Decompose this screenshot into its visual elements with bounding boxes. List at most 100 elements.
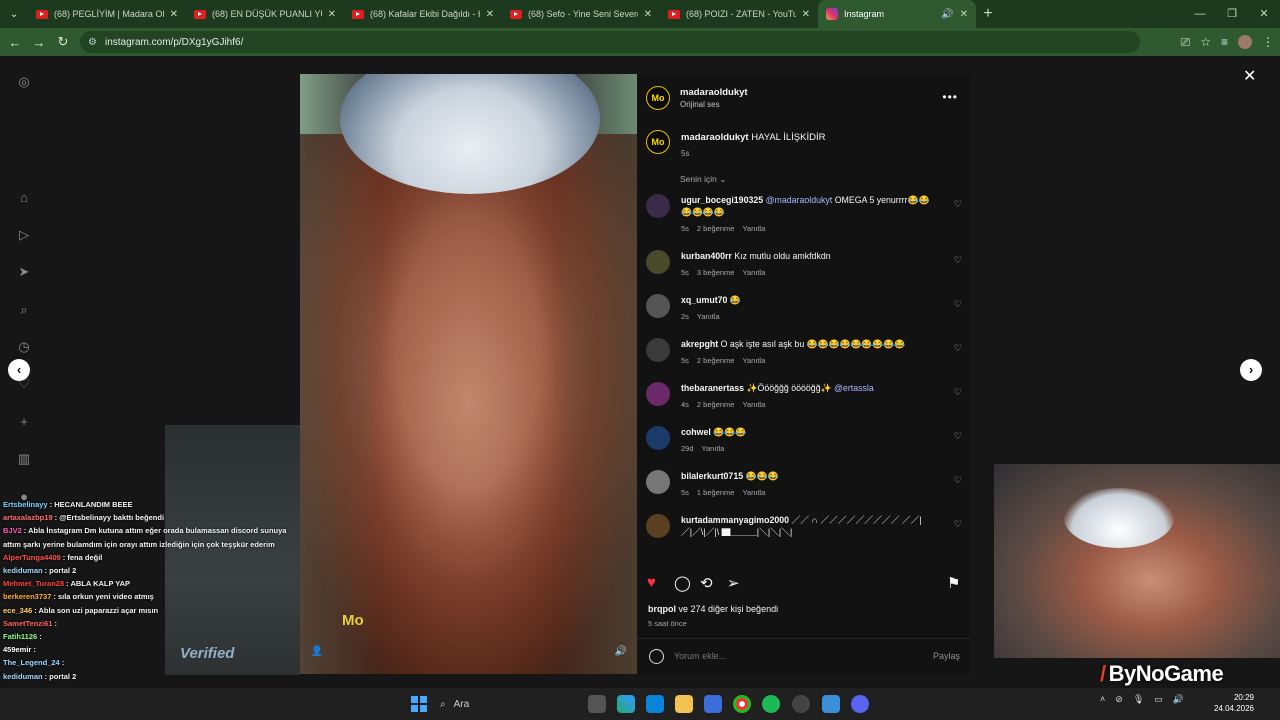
dashboard-icon[interactable]: ▥ (16, 451, 32, 467)
likes-username[interactable]: brqpol (648, 604, 676, 614)
create-icon[interactable]: + (16, 414, 32, 430)
minimize-button[interactable]: — (1184, 0, 1216, 28)
reel-video[interactable]: Mo 👤 🔊 (300, 74, 637, 674)
reload-button[interactable]: ↻ (51, 34, 75, 50)
commenter-avatar[interactable] (646, 470, 670, 494)
mute-icon[interactable]: 🔊 (615, 646, 627, 657)
tab-search-button[interactable]: ⌄ (0, 0, 28, 28)
commenter-avatar[interactable] (646, 338, 670, 362)
close-tab-icon[interactable]: ✕ (328, 9, 336, 20)
reply-button[interactable]: Yanıtla (697, 312, 720, 321)
more-options-icon[interactable]: ••• (942, 90, 958, 104)
back-button[interactable]: ← (3, 35, 27, 50)
bookmark-star-icon[interactable]: ☆ (1200, 35, 1211, 49)
site-info-icon[interactable]: ⚙ (88, 37, 97, 48)
windows-start-icon[interactable] (411, 696, 427, 712)
comment-input[interactable] (674, 651, 904, 661)
settings-icon[interactable] (822, 695, 840, 713)
commenter-avatar[interactable] (646, 294, 670, 318)
reply-button[interactable]: Yanıtla (742, 356, 765, 365)
user-tag-icon[interactable]: 👤 (310, 646, 324, 660)
post-author-username[interactable]: madaraoldukyt (680, 87, 748, 98)
commenter-avatar[interactable] (646, 382, 670, 406)
taskbar-clock[interactable]: 20:29 24.04.2026 (1214, 692, 1254, 714)
github-icon[interactable] (792, 695, 810, 713)
search-icon[interactable]: ⌕ (16, 302, 32, 318)
tab-poizi[interactable]: (68) POIZI - ZATEN - YouTube ✕ (660, 0, 818, 28)
commenter-avatar[interactable] (646, 194, 670, 218)
emoji-icon[interactable] (649, 649, 664, 664)
post-comment-button[interactable]: Paylaş (933, 651, 960, 661)
save-bookmark-icon[interactable]: ⚑ (947, 574, 960, 592)
like-comment-icon[interactable]: ♡ (954, 387, 962, 398)
next-post-arrow[interactable]: › (1240, 359, 1262, 381)
edge-icon[interactable] (646, 695, 664, 713)
reply-button[interactable]: Yanıtla (702, 444, 725, 453)
address-bar[interactable]: ⚙ instagram.com/p/DXg1yGJihf6/ (80, 31, 1140, 53)
comment-username[interactable]: kurtadammanyagimo2000 (681, 515, 789, 525)
like-comment-icon[interactable]: ♡ (954, 199, 962, 210)
task-view-icon[interactable] (588, 695, 606, 713)
comment-mention[interactable]: @ertassla (834, 383, 874, 393)
tab-en-dusuk[interactable]: (68) EN DÜŞÜK PUANLI YURT D ✕ (186, 0, 344, 28)
network-icon[interactable]: ▭ (1154, 694, 1163, 705)
menu-icon[interactable]: ⋮ (1262, 35, 1274, 49)
tab-instagram[interactable]: Instagram 🔊 ✕ (818, 0, 976, 28)
post-audio-label[interactable]: Orijinal ses (680, 100, 720, 109)
spotify-icon[interactable] (762, 695, 780, 713)
comment-username[interactable]: thebaranertass (681, 383, 744, 393)
like-comment-icon[interactable]: ♡ (954, 255, 962, 266)
like-comment-icon[interactable]: ♡ (954, 475, 962, 486)
profile-avatar[interactable] (1238, 35, 1252, 49)
tab-pegliyim[interactable]: (68) PEGLİYİM | Madara Olduk # ✕ (28, 0, 186, 28)
previous-post-arrow[interactable]: ‹ (8, 359, 30, 381)
restore-button[interactable]: ❐ (1216, 0, 1248, 28)
comment-username[interactable]: akrepght (681, 339, 718, 349)
comment-sort-dropdown[interactable]: Senin için ⌄ (680, 174, 726, 185)
reels-icon[interactable]: ▷ (16, 227, 32, 243)
close-tab-icon[interactable]: ✕ (802, 9, 810, 20)
close-window-button[interactable]: ✕ (1248, 0, 1280, 28)
likes-summary[interactable]: brqpol ve 274 diğer kişi beğendi (648, 604, 778, 614)
close-modal-icon[interactable]: ✕ (1243, 66, 1256, 86)
instagram-logo-icon[interactable]: ◎ (16, 74, 32, 90)
reply-button[interactable]: Yanıtla (742, 488, 765, 497)
comment-icon[interactable]: ◯ (674, 574, 691, 592)
comment-username[interactable]: cohwel (681, 427, 711, 437)
like-comment-icon[interactable]: ♡ (954, 343, 962, 354)
reply-button[interactable]: Yanıtla (742, 224, 765, 233)
chrome-icon[interactable] (733, 695, 751, 713)
microphone-icon[interactable]: 🎙 (1133, 694, 1144, 705)
repost-icon[interactable]: ⟲ (700, 574, 713, 592)
file-explorer-icon[interactable] (675, 695, 693, 713)
like-comment-icon[interactable]: ♡ (954, 299, 962, 310)
commenter-avatar[interactable] (646, 514, 670, 538)
comment-username[interactable]: kurban400rr (681, 251, 732, 261)
comment-username[interactable]: xq_umut70 (681, 295, 727, 305)
new-tab-button[interactable]: + (976, 5, 1000, 23)
like-icon[interactable]: ♥ (647, 574, 656, 591)
store-icon[interactable] (704, 695, 722, 713)
taskbar-search[interactable]: ⌕ Ara (440, 694, 536, 714)
close-tab-icon[interactable]: ✕ (170, 9, 178, 20)
volume-icon[interactable]: 🔊 (1173, 694, 1184, 705)
comment-username[interactable]: bilalerkurt0715 (681, 471, 743, 481)
speaker-icon[interactable]: 🔊 (941, 9, 953, 20)
copilot-icon[interactable] (617, 695, 635, 713)
commenter-avatar[interactable] (646, 426, 670, 450)
share-icon[interactable]: ➢ (727, 574, 740, 592)
comment-username[interactable]: ugur_bocegi190325 (681, 195, 763, 205)
like-comment-icon[interactable]: ♡ (954, 431, 962, 442)
home-icon[interactable]: ⌂ (16, 190, 32, 206)
messages-icon[interactable]: ➤ (16, 264, 32, 280)
tray-app-icon[interactable]: ⊘ (1115, 694, 1123, 705)
caption-author-avatar[interactable]: Mo (646, 130, 670, 154)
reply-button[interactable]: Yanıtla (742, 400, 765, 409)
explore-icon[interactable]: ◷ (16, 339, 32, 355)
reply-button[interactable]: Yanıtla (742, 268, 765, 277)
discord-icon[interactable] (851, 695, 869, 713)
commenter-avatar[interactable] (646, 250, 670, 274)
post-author-avatar[interactable]: Mo (646, 86, 670, 110)
comment-mention[interactable]: @madaraoldukyt (766, 195, 833, 205)
cast-icon[interactable]: ⎚ (1181, 35, 1191, 50)
